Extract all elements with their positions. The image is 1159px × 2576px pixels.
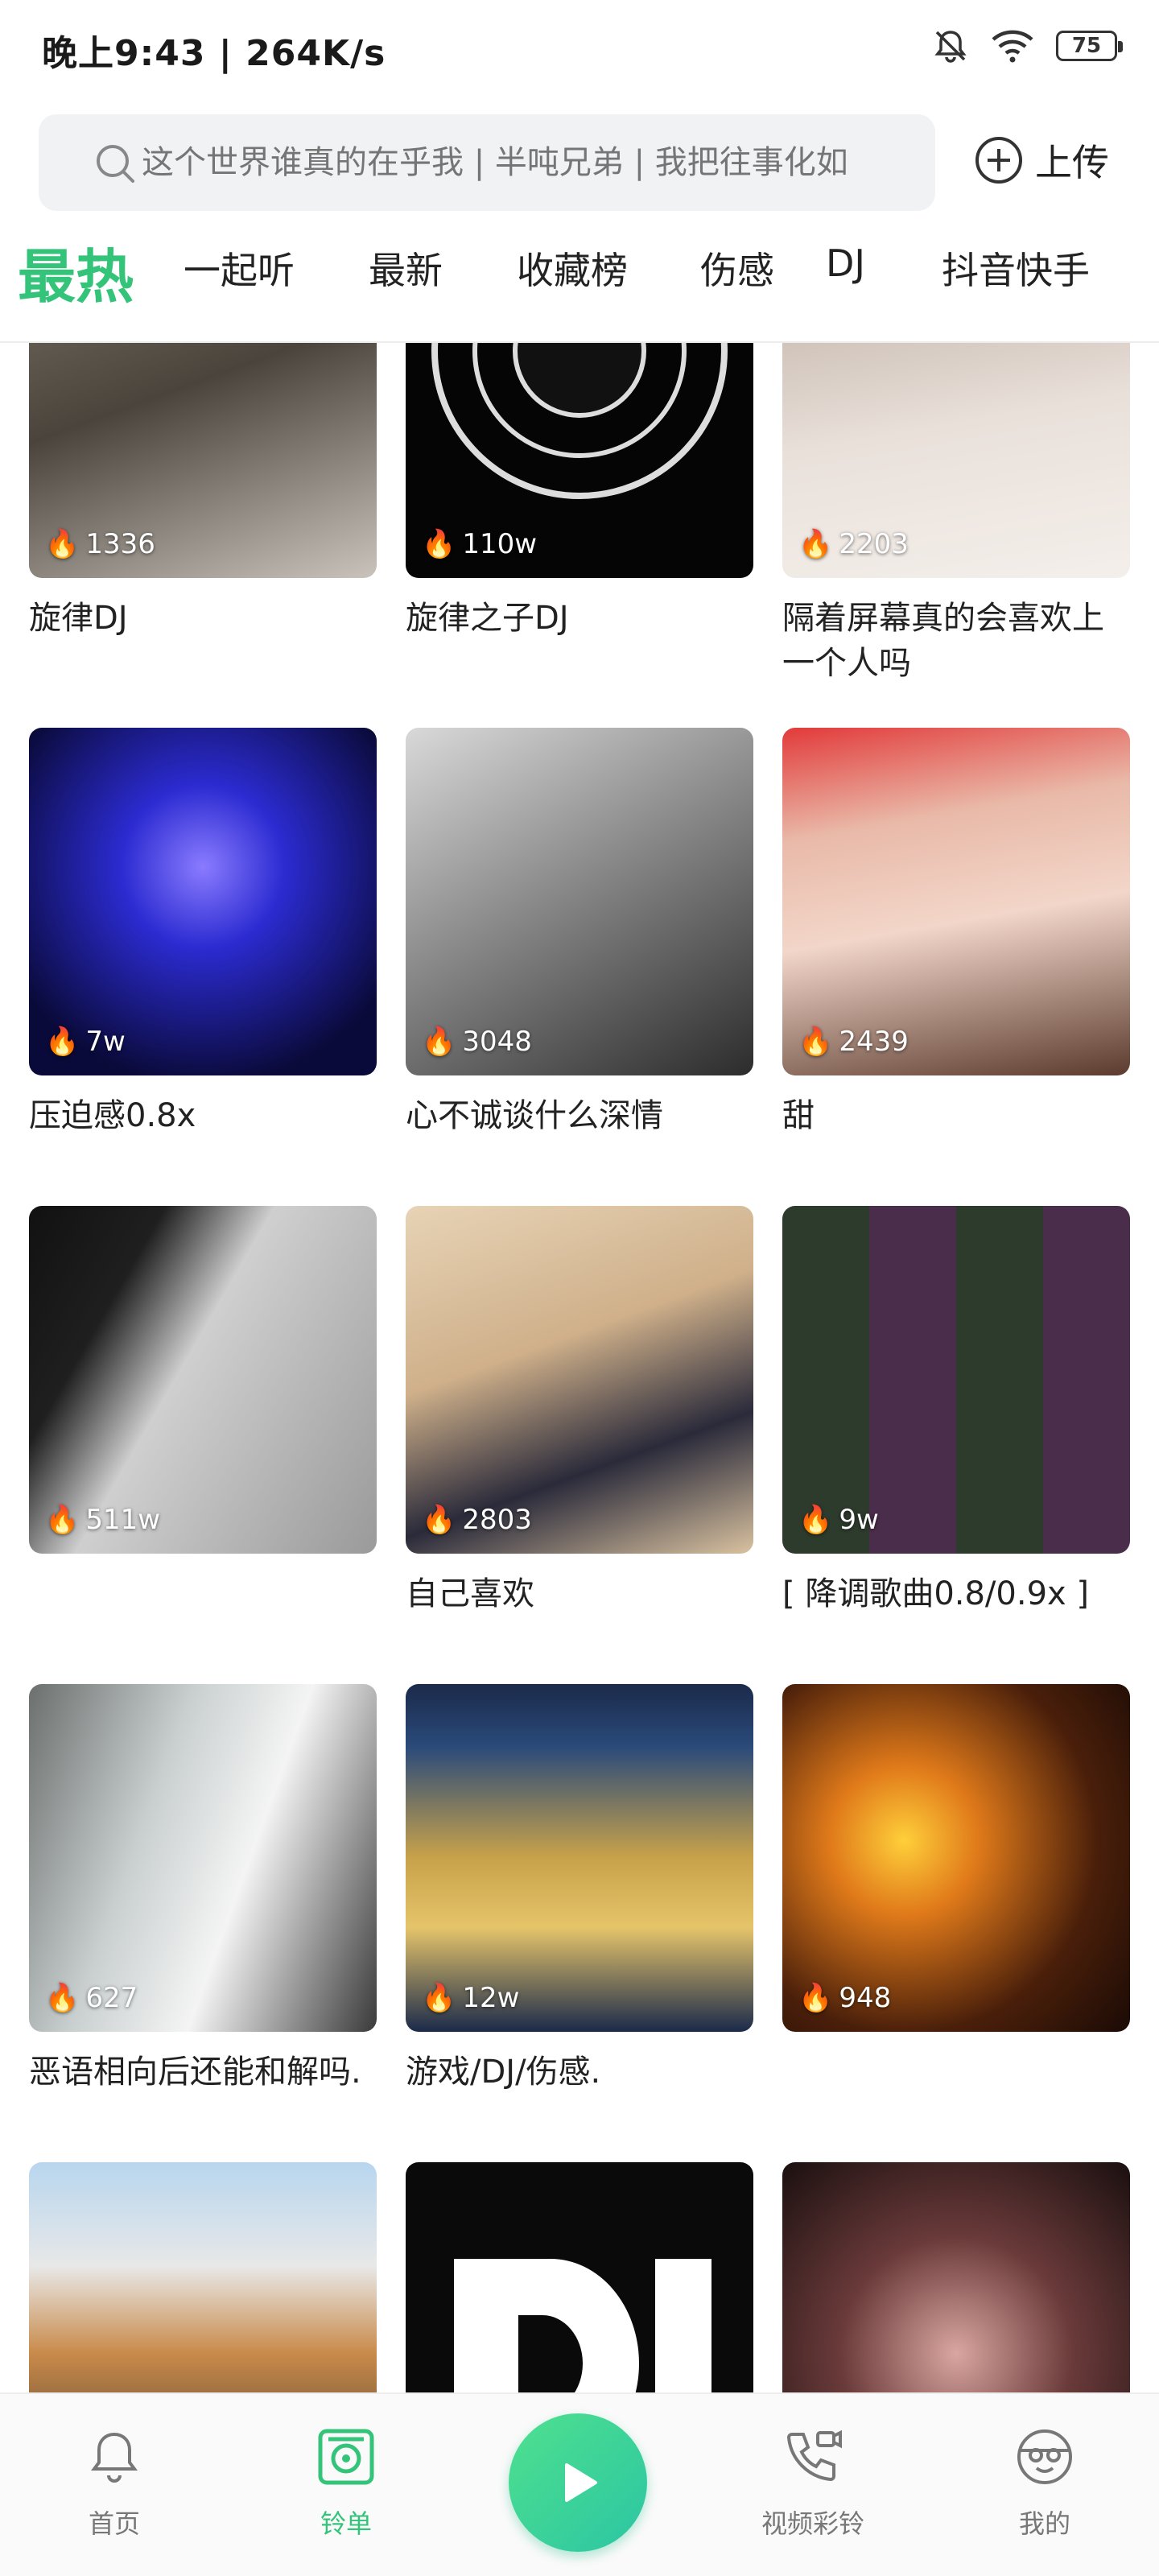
tab-hottest[interactable]: 最热 [18,229,134,314]
phone-video-icon [786,2429,842,2482]
bell-icon [91,2432,138,2483]
cover-image: 🔥 12w [406,1684,753,2032]
cover-image: 🔥 1336 [29,343,377,578]
playlist-card[interactable]: 🔥 9w [ 降调歌曲0.8/0.9x ] [782,1206,1130,1616]
cover-image: 🔥 110w [406,343,753,578]
fire-icon: 🔥 [45,1982,80,2014]
playlist-card[interactable]: 🔥 1336 旋律DJ [29,343,377,641]
fire-icon: 🔥 [45,1504,80,1536]
cover-image [29,2162,377,2392]
play-count: 🔥 627 [45,1982,138,2014]
tab-dj[interactable]: DJ [826,242,865,285]
playlist-card[interactable]: 🔥 2203 隔着屏幕真的会喜欢上一个人吗 [782,343,1130,686]
dj-logo [454,2259,711,2392]
play-count: 🔥 110w [422,528,538,560]
play-count: 🔥 2803 [422,1504,532,1536]
nav-video-ringtone[interactable]: 视频彩铃 [749,2426,877,2541]
fire-icon: 🔥 [422,1982,456,2014]
battery-indicator: 75 [1056,31,1123,61]
cover-image: 🔥 627 [29,1684,377,2032]
tab-douyin-kuaishou[interactable]: 抖音快手 [942,242,1090,295]
plus-circle-icon [975,137,1022,184]
play-count: 🔥 511w [45,1504,161,1536]
fire-icon: 🔥 [422,528,456,560]
fire-icon: 🔥 [422,1026,456,1058]
play-icon [565,2463,597,2502]
tab-favorites[interactable]: 收藏榜 [517,242,628,295]
cover-image: 🔥 3048 [406,728,753,1075]
nav-playlist[interactable]: 铃单 [282,2426,410,2541]
mute-bell-icon [934,31,967,63]
bottom-nav: 首页 铃单 视频彩铃 我的 [0,2392,1159,2576]
status-time-speed: 晚上9:43 | 264K/s [42,33,386,74]
cover-image: 🔥 9w [782,1206,1130,1554]
cover-image [782,2162,1130,2392]
cover-image: 🔥 948 [782,1684,1130,2032]
playlist-card[interactable]: 🔥 2439 甜 [782,728,1130,1138]
status-icons: 75 [932,27,1123,64]
card-title: 旋律DJ [29,600,128,637]
card-title: [ 降调歌曲0.8/0.9x ] [782,1575,1090,1612]
playlist-disc-icon [318,2429,374,2485]
tab-sad[interactable]: 伤感 [700,242,774,295]
playlist-card[interactable]: 🔥 948 [782,1684,1130,2050]
playlist-card[interactable]: 🔥 3048 心不诚谈什么深情 [406,728,753,1138]
card-title: 隔着屏幕真的会喜欢上一个人吗 [782,600,1104,682]
cover-image: 🔥 2803 [406,1206,753,1554]
play-count: 🔥 2439 [798,1026,909,1058]
play-count: 🔥 12w [422,1982,520,2014]
card-title: 自己喜欢 [406,1575,534,1612]
search-input[interactable] [142,144,882,181]
card-title: 心不诚谈什么深情 [406,1097,663,1134]
play-count: 🔥 9w [798,1504,879,1536]
play-count: 🔥 7w [45,1026,126,1058]
card-title: 恶语相向后还能和解吗. [29,2054,361,2091]
card-title: 游戏/DJ/伤感. [406,2054,601,2091]
upload-button[interactable]: 上传 [974,134,1109,187]
upload-label: 上传 [1035,141,1109,184]
playlist-card[interactable]: 🔥 2803 自己喜欢 [406,1206,753,1616]
playlist-card[interactable]: 🔥 7w 压迫感0.8x [29,728,377,1138]
playlist-card[interactable] [782,2162,1130,2392]
tab-listen-together[interactable]: 一起听 [184,242,295,295]
fire-icon: 🔥 [798,528,833,560]
playlist-card[interactable]: 🔥 12w 游戏/DJ/伤感. [406,1684,753,2095]
playlist-grid: 🔥 1336 旋律DJ 🔥 110w 旋律之子DJ 🔥 2203 隔着屏幕真的会… [0,343,1159,2392]
nav-mine[interactable]: 我的 [980,2426,1109,2541]
fire-icon: 🔥 [45,528,80,560]
playlist-card[interactable]: 🔥 627 恶语相向后还能和解吗. [29,1684,377,2095]
wifi-icon [992,30,1033,63]
play-count: 🔥 1336 [45,528,155,560]
card-title: 甜 [782,1097,815,1134]
fire-icon: 🔥 [45,1026,80,1058]
fire-icon: 🔥 [798,1982,833,2014]
search-icon [97,145,134,183]
play-count: 🔥 948 [798,1982,892,2014]
cover-image: 🔥 2203 [782,343,1130,578]
tab-newest[interactable]: 最新 [369,242,443,295]
card-title: 压迫感0.8x [29,1097,196,1134]
playlist-card[interactable] [29,2162,377,2392]
status-bar: 晚上9:43 | 264K/s 75 [0,0,1159,100]
card-title: 旋律之子DJ [406,600,569,637]
playlist-card[interactable]: 🔥 110w 旋律之子DJ [406,343,753,641]
playlist-card[interactable]: 🔥 511w [29,1206,377,1571]
fire-icon: 🔥 [798,1026,833,1058]
play-count: 🔥 2203 [798,528,909,560]
fire-icon: 🔥 [798,1504,833,1536]
play-button[interactable] [509,2413,647,2552]
play-count: 🔥 3048 [422,1026,532,1058]
search-bar[interactable] [39,114,935,211]
cover-image: 🔥 7w [29,728,377,1075]
cover-image [406,2162,753,2392]
fire-icon: 🔥 [422,1504,456,1536]
cover-image: 🔥 511w [29,1206,377,1554]
playlist-card[interactable] [406,2162,753,2392]
avatar-face-icon [1017,2429,1072,2484]
nav-home[interactable]: 首页 [50,2426,179,2541]
cover-image: 🔥 2439 [782,728,1130,1075]
